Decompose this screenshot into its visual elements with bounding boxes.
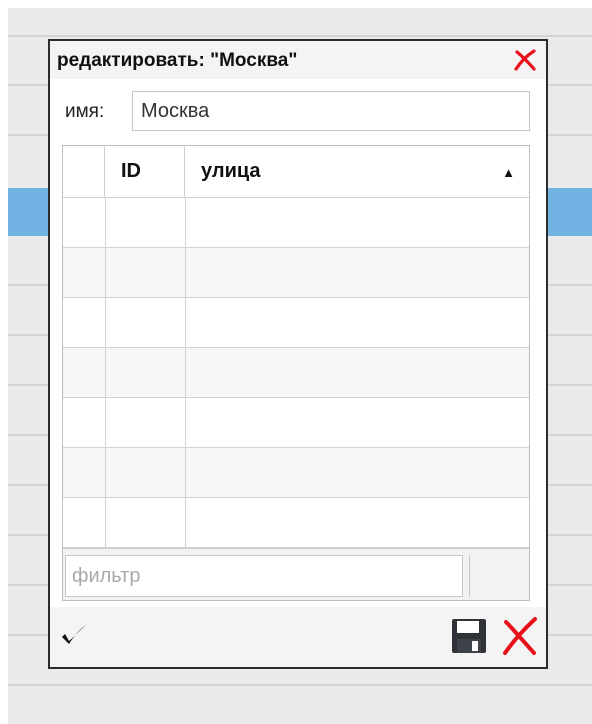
footer-divider [469,555,470,597]
table-row[interactable] [63,448,529,498]
column-header-id-label: ID [121,160,141,182]
table-row[interactable] [63,398,529,448]
background-row-divider [8,35,592,37]
column-divider [185,448,186,497]
column-divider [185,248,186,297]
filter-input[interactable] [65,555,463,597]
dialog-title: редактировать: "Москва" [57,50,298,71]
column-divider [105,498,106,547]
dialog-titlebar[interactable]: редактировать: "Москва" [50,41,546,79]
column-divider [105,298,106,347]
dialog-action-bar [50,607,546,667]
column-divider [185,298,186,347]
checkmark-icon [62,624,87,644]
close-button[interactable] [510,45,540,75]
cancel-icon [503,617,537,655]
background-row-divider [8,684,592,686]
column-divider [185,498,186,547]
floppy-disk-icon [452,619,486,653]
save-button[interactable] [450,617,488,655]
name-input[interactable] [132,91,530,131]
column-header-street-label: улица [201,160,261,182]
column-divider [185,398,186,447]
cancel-button[interactable] [500,615,540,657]
close-icon [514,49,536,71]
column-header-street[interactable]: улица ▲ [185,146,529,197]
table-row[interactable] [63,248,529,298]
column-divider [105,348,106,397]
table-row[interactable] [63,298,529,348]
row-number-column-header [63,146,105,197]
grid-body [63,198,529,548]
column-divider [185,198,186,247]
grid-header: ID улица ▲ [63,146,529,198]
ok-button[interactable] [58,619,92,653]
name-field-row: имя: [50,79,546,135]
column-header-id[interactable]: ID [105,146,185,197]
column-divider [105,198,106,247]
table-row[interactable] [63,498,529,548]
column-divider [105,398,106,447]
edit-dialog: редактировать: "Москва" имя: ID улица ▲ [48,39,548,669]
grid-footer [63,548,529,600]
column-divider [105,448,106,497]
column-divider [185,348,186,397]
sort-ascending-icon[interactable]: ▲ [502,165,515,180]
name-label: имя: [65,101,105,122]
streets-grid: ID улица ▲ [62,145,530,601]
column-divider [105,248,106,297]
table-row[interactable] [63,198,529,248]
table-row[interactable] [63,348,529,398]
